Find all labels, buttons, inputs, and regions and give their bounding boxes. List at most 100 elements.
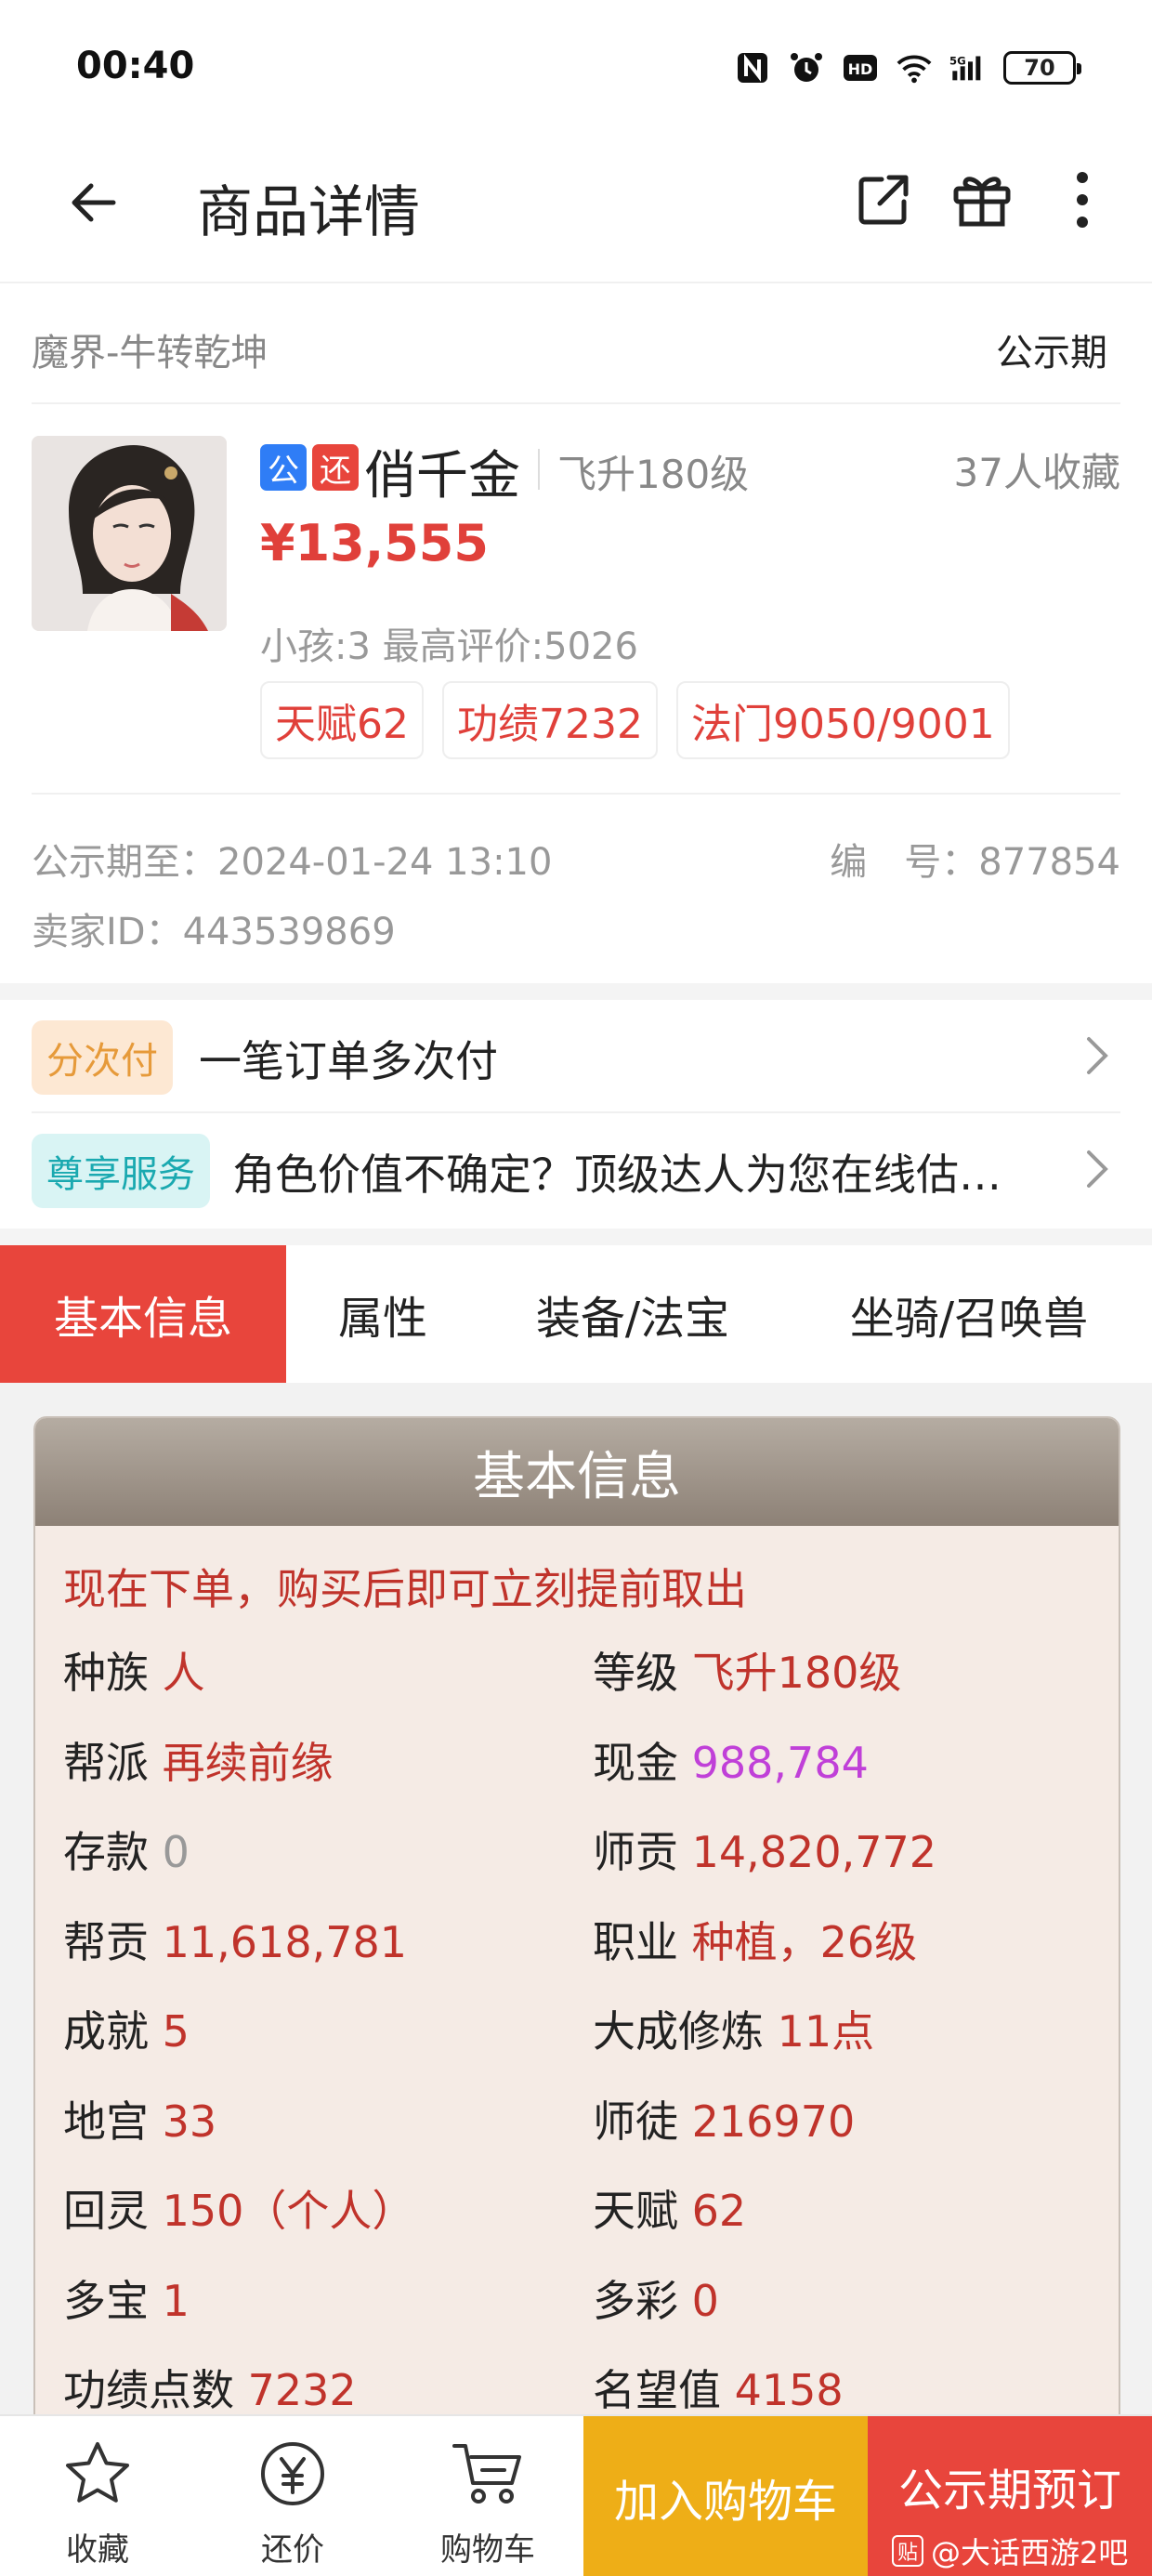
panel-notice: 现在下单，购买后即可立刻提前取出 <box>63 1564 747 1614</box>
seller-id: 卖家ID：443539869 <box>32 911 396 953</box>
info-label: 现金 <box>593 1737 678 1788</box>
wifi-icon <box>896 49 933 86</box>
info-row: 地宫 33 师徒 216970 <box>63 2088 1094 2178</box>
tab-basic-info[interactable]: 基本信息 <box>0 1245 286 1383</box>
premium-service-pill: 尊享服务 <box>32 1134 210 1208</box>
info-value: 人 <box>162 1648 205 1698</box>
info-label: 多宝 <box>63 2275 149 2326</box>
tab-bar: 基本信息 属性 装备/法宝 坐骑/召唤兽 <box>0 1245 1152 1383</box>
info-row: 成就 5 大成修炼 11点 <box>63 1998 1094 2088</box>
share-button[interactable] <box>842 158 925 242</box>
installment-row[interactable]: 分次付 一笔订单多次付 <box>32 1000 1120 1113</box>
info-value: 33 <box>162 2096 217 2147</box>
status-time: 00:40 <box>76 45 195 87</box>
server-row: 魔界-牛转乾坤 公示期 <box>32 283 1120 404</box>
info-label: 种族 <box>63 1648 149 1698</box>
star-icon <box>60 2437 135 2511</box>
info-label: 地宫 <box>63 2096 149 2147</box>
svg-text:HD: HD <box>848 60 873 78</box>
info-value: 62 <box>691 2186 747 2236</box>
watermark: 贴 @大话西游2吧 <box>892 2530 1128 2572</box>
serial-number: 编 号：877854 <box>830 841 1120 884</box>
info-row: 回灵 150（个人） 天赋 62 <box>63 2177 1094 2267</box>
character-avatar <box>32 436 227 631</box>
favorite-label: 收藏 <box>66 2531 129 2569</box>
info-label: 名望值 <box>593 2365 721 2415</box>
tag-merit: 功绩7232 <box>442 681 658 759</box>
bargain-button[interactable]: 还价 <box>195 2416 390 2576</box>
info-row: 多宝 1 多彩 0 <box>63 2267 1094 2358</box>
info-value: 4158 <box>734 2365 844 2415</box>
info-label: 存款 <box>63 1827 149 1877</box>
hd-icon: HD <box>842 49 879 86</box>
character-name: 俏千金 <box>364 446 520 506</box>
info-label: 成就 <box>63 2006 149 2057</box>
premium-service-text: 角色价值不确定？顶级达人为您在线估… <box>232 1150 1001 1200</box>
info-value: 14,820,772 <box>691 1827 937 1877</box>
status-bar: 00:40 HD 5G 70 <box>0 0 1152 130</box>
product-subinfo: 小孩:3 最高评价:5026 <box>260 625 638 668</box>
info-label: 职业 <box>593 1916 678 1967</box>
info-value: 0 <box>691 2275 719 2326</box>
premium-service-row[interactable]: 尊享服务 角色价值不确定？顶级达人为您在线估… <box>32 1113 1120 1227</box>
title-separator <box>538 449 540 490</box>
info-value: 11,618,781 <box>162 1916 408 1967</box>
server-name: 魔界-牛转乾坤 <box>32 332 268 375</box>
info-value: 种植，26级 <box>691 1916 918 1967</box>
more-button[interactable] <box>1041 158 1124 242</box>
tab-equipment[interactable]: 装备/法宝 <box>479 1245 786 1383</box>
panel-title: 基本信息 <box>35 1418 1119 1526</box>
page-title: 商品详情 <box>197 180 420 245</box>
installment-text: 一笔订单多次付 <box>199 1036 498 1086</box>
more-vertical-icon <box>1077 172 1088 228</box>
svg-text:5G: 5G <box>949 55 966 68</box>
status-icons: HD 5G 70 <box>734 46 1081 89</box>
add-to-cart-button[interactable]: 加入购物车 <box>583 2416 868 2576</box>
cart-label: 购物车 <box>440 2531 535 2569</box>
cart-button[interactable]: 购物车 <box>390 2416 585 2576</box>
nfc-icon <box>734 49 771 86</box>
back-button[interactable] <box>56 165 130 240</box>
section-divider <box>0 983 1152 1000</box>
info-value: 1 <box>162 2275 190 2326</box>
info-label: 帮派 <box>63 1737 149 1788</box>
phase-label: 公示期 <box>996 332 1107 375</box>
chevron-right-icon <box>1074 1028 1120 1084</box>
share-icon <box>858 175 909 225</box>
tab-mounts-pets[interactable]: 坐骑/召唤兽 <box>786 1245 1152 1383</box>
gift-icon <box>953 177 1011 227</box>
info-value: 988,784 <box>691 1737 869 1788</box>
public-badge: 公 <box>260 444 307 491</box>
arrow-left-icon <box>72 183 116 222</box>
bargain-badge: 还 <box>312 444 359 491</box>
signal-5g-icon: 5G <box>949 49 987 86</box>
watermark-text: @大话西游2吧 <box>931 2535 1129 2570</box>
info-label: 师徒 <box>593 2096 678 2147</box>
price: ¥13,555 <box>260 514 489 572</box>
favorite-button[interactable]: 收藏 <box>0 2416 195 2576</box>
tab-attributes[interactable]: 属性 <box>286 1245 479 1383</box>
info-label: 帮贡 <box>63 1916 149 1967</box>
info-label: 天赋 <box>593 2186 678 2236</box>
info-value: 飞升180级 <box>691 1648 902 1698</box>
info-row: 帮贡 11,618,781 职业 种植，26级 <box>63 1909 1094 1999</box>
alarm-icon <box>788 49 825 86</box>
info-label: 功绩点数 <box>63 2365 234 2415</box>
basic-info-panel: 基本信息 现在下单，购买后即可立刻提前取出 种族 人 等级 飞升180级 帮派 … <box>33 1416 1120 2438</box>
bargain-label: 还价 <box>261 2531 324 2569</box>
info-label: 大成修炼 <box>593 2006 764 2057</box>
info-value: 5 <box>162 2006 190 2057</box>
tag-talent: 天赋62 <box>260 681 424 759</box>
info-label: 多彩 <box>593 2275 678 2326</box>
listing-meta: 公示期至：2024-01-24 13:10 编 号：877854 卖家ID：44… <box>32 795 1120 980</box>
info-value: 0 <box>162 1827 190 1877</box>
info-label: 回灵 <box>63 2186 149 2236</box>
info-row: 帮派 再续前缘 现金 988,784 <box>63 1729 1094 1820</box>
info-row: 种族 人 等级 飞升180级 <box>63 1639 1094 1729</box>
info-value: 再续前缘 <box>162 1737 334 1788</box>
gift-button[interactable] <box>940 158 1024 242</box>
app-bar: 商品详情 <box>0 130 1152 283</box>
info-value: 7232 <box>247 2365 357 2415</box>
product-summary: 公 还 俏千金 飞升180级 37人收藏 ¥13,555 小孩:3 最高评价:5… <box>32 404 1120 795</box>
info-grid: 种族 人 等级 飞升180级 帮派 再续前缘 现金 988,784 存款 0 师… <box>63 1639 1094 2437</box>
